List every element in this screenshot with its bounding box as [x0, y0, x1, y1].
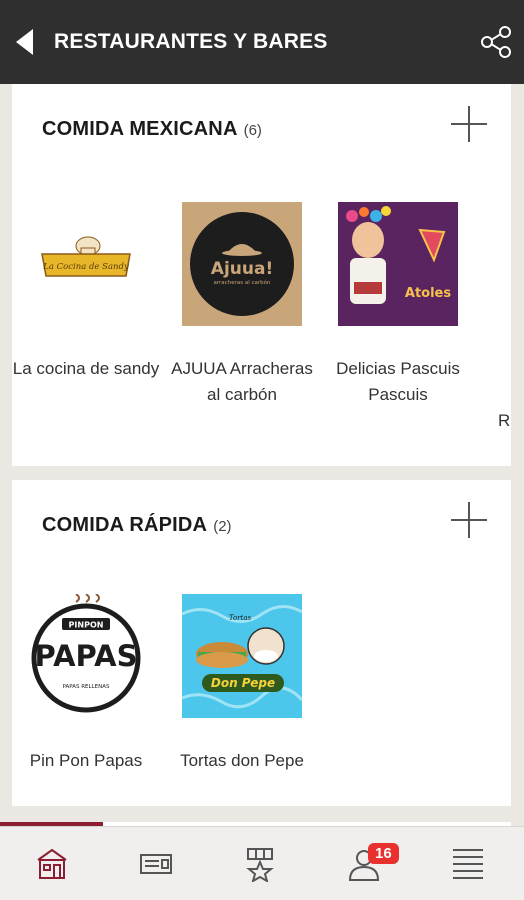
active-tab-indicator [0, 822, 103, 826]
category-card-rapida: COMIDA RÁPIDA (2) PINPON PAPAS PAPAS REL… [12, 480, 511, 806]
svg-text:PAPAS: PAPAS [35, 639, 138, 673]
svg-text:PAPAS RELLENAS: PAPAS RELLENAS [63, 684, 110, 690]
category-header: COMIDA MEXICANA (6) [42, 118, 262, 141]
tab-profile[interactable]: 16 [312, 827, 416, 900]
top-app-bar: RESTAURANTES Y BARES [0, 0, 524, 84]
expand-plus-icon[interactable] [449, 104, 489, 144]
notification-badge: 16 [368, 843, 399, 864]
restaurant-item[interactable]: La Cocina de Sandy La cocina de sandy [12, 202, 164, 382]
restaurant-logo: Atoles [338, 202, 458, 326]
restaurant-logo [494, 202, 511, 326]
restaurant-name: AJUUA Arracheras al carbón [171, 359, 313, 404]
svg-text:Ajuua!: Ajuua! [211, 259, 273, 279]
svg-text:La Cocina de Sandy: La Cocina de Sandy [42, 262, 129, 272]
restaurant-item[interactable]: Atoles Delicias Pascuis Pascuis [320, 202, 476, 408]
restaurant-name: La cocina de sandy [12, 359, 160, 378]
menu-lines-icon [453, 849, 483, 879]
category-card-mexicana: COMIDA MEXICANA (6) La Cocina de Sandy L… [12, 84, 511, 466]
tab-storefront[interactable] [0, 827, 104, 900]
category-title: COMIDA RÁPIDA [42, 514, 208, 536]
restaurant-item[interactable]: Tortas Don Pepe Tortas don Pepe [164, 594, 320, 774]
category-list[interactable]: COMIDA MEXICANA (6) La Cocina de Sandy L… [0, 84, 524, 826]
expand-plus-icon[interactable] [449, 500, 489, 540]
tab-tickets[interactable] [104, 827, 208, 900]
share-button[interactable] [468, 0, 524, 84]
back-arrow-icon [16, 29, 33, 55]
ticket-icon [140, 854, 172, 874]
bottom-navigation: 16 [0, 822, 524, 900]
tab-awards[interactable] [208, 827, 312, 900]
storefront-icon [37, 848, 67, 879]
svg-text:PINPON: PINPON [69, 621, 104, 630]
restaurant-carousel[interactable]: La Cocina de Sandy La cocina de sandy Aj… [12, 202, 511, 452]
restaurant-item[interactable]: Res [476, 202, 511, 434]
restaurant-name: Res [498, 411, 511, 430]
restaurant-name: Delicias Pascuis Pascuis [336, 359, 460, 404]
restaurant-item[interactable]: PINPON PAPAS PAPAS RELLENAS Pin Pon Papa… [12, 594, 164, 774]
restaurant-item[interactable]: Ajuua! arracheras al carbón AJUUA Arrach… [164, 202, 320, 408]
category-title: COMIDA MEXICANA [42, 118, 238, 140]
restaurant-name: Pin Pon Papas [29, 751, 143, 770]
svg-text:Don Pepe: Don Pepe [211, 676, 275, 690]
award-star-icon [246, 848, 274, 882]
tab-menu[interactable] [416, 827, 520, 900]
share-icon [481, 26, 511, 58]
svg-text:arracheras al carbón: arracheras al carbón [214, 279, 271, 286]
svg-text:Tortas: Tortas [229, 614, 252, 622]
restaurant-logo: Ajuua! arracheras al carbón [182, 202, 302, 326]
restaurant-logo: La Cocina de Sandy [26, 202, 146, 326]
back-button[interactable] [0, 0, 48, 84]
restaurant-logo: PINPON PAPAS PAPAS RELLENAS [26, 594, 146, 718]
restaurant-logo: Tortas Don Pepe [182, 594, 302, 718]
page-title: RESTAURANTES Y BARES [54, 30, 328, 53]
category-count: (2) [213, 518, 232, 535]
category-count: (6) [243, 122, 262, 139]
restaurant-name: Tortas don Pepe [180, 751, 304, 770]
restaurant-carousel[interactable]: PINPON PAPAS PAPAS RELLENAS Pin Pon Papa… [12, 594, 511, 826]
svg-text:Atoles: Atoles [405, 286, 451, 301]
category-header: COMIDA RÁPIDA (2) [42, 514, 232, 537]
